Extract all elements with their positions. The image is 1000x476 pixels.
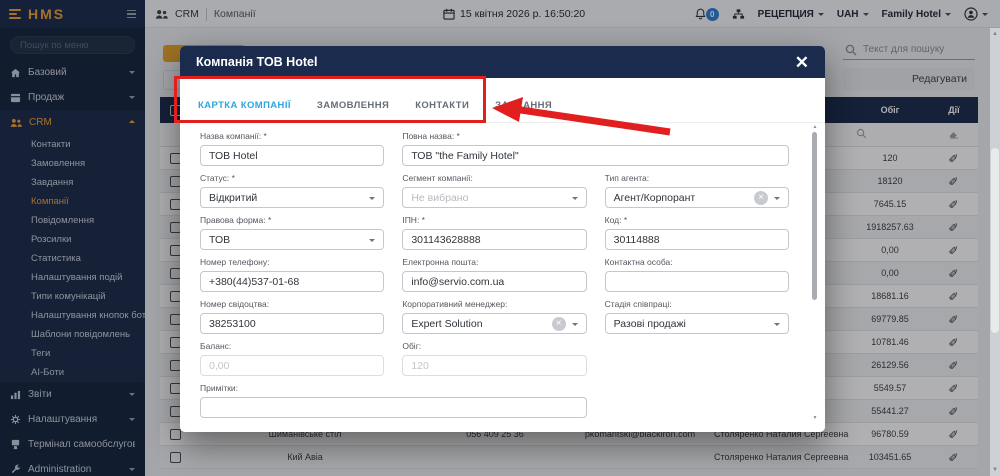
field-label: Сегмент компанії:	[402, 173, 473, 183]
chevron-down-icon	[369, 238, 376, 245]
field-label: ІПН: *	[402, 215, 425, 225]
input-field[interactable]: 0,00	[200, 355, 385, 376]
input-field[interactable]: 38253100	[200, 313, 385, 334]
field-value: 38253100	[209, 317, 256, 330]
input-field[interactable]: 301143628888	[402, 229, 587, 250]
field-label: Статус: *	[200, 173, 235, 183]
field-label: Обіг:	[402, 341, 422, 351]
field-value: Expert Solution	[411, 317, 483, 330]
page-scrollbar[interactable]: ▲ ▼	[990, 28, 1000, 476]
field-label: Контактна особа:	[604, 257, 673, 267]
input-field[interactable]	[200, 397, 587, 418]
modal-header: Компанія ТОВ Hotel ✕	[180, 46, 825, 78]
company-form: Назва компанії: * ТОВ Hotel Повна назва: *…	[180, 123, 825, 418]
field-label: Тип агента:	[604, 173, 650, 183]
field-value: info@servio.com.ua	[411, 275, 505, 288]
field-label: Примітки:	[200, 383, 239, 393]
input-field[interactable]: ТОВ "the Family Hotel"	[402, 145, 789, 166]
field-label: Правова форма: *	[200, 215, 272, 225]
select-field[interactable]: ТОВ	[200, 229, 385, 250]
field-value: +380(44)537-01-68	[209, 275, 300, 288]
chevron-down-icon	[369, 196, 376, 203]
annotation-rectangle	[174, 76, 486, 123]
input-field[interactable]: ТОВ Hotel	[200, 145, 385, 166]
input-field[interactable]: +380(44)537-01-68	[200, 271, 385, 292]
field-value: ТОВ "the Family Hotel"	[411, 149, 519, 162]
field-label: Баланс:	[200, 341, 232, 351]
scrollbar-thumb[interactable]	[812, 132, 817, 300]
chevron-down-icon	[773, 196, 780, 203]
close-icon[interactable]: ✕	[795, 54, 809, 71]
scroll-down-icon[interactable]: ▼	[811, 415, 819, 421]
field-value: 120	[411, 359, 429, 372]
field-value: 0,00	[209, 359, 230, 372]
field-value: Не вибрано	[411, 191, 469, 204]
select-field[interactable]: Агент/Корпорант ×	[604, 187, 789, 208]
field-value: ТОВ Hotel	[209, 149, 258, 162]
chevron-down-icon	[571, 196, 578, 203]
input-field[interactable]: 30114888	[604, 229, 789, 250]
select-field[interactable]: Не вибрано	[402, 187, 587, 208]
field-value: 30114888	[613, 233, 660, 246]
app-window: HMS CRM Компанії 15 квітня 2026 р. 16:50…	[0, 0, 1000, 476]
select-field[interactable]: Expert Solution ×	[402, 313, 587, 334]
modal-title: Компанія ТОВ Hotel	[196, 55, 318, 69]
field-value: Разові продажі	[613, 317, 686, 330]
field-label: Назва компанії: *	[200, 131, 267, 141]
chevron-down-icon	[773, 322, 780, 329]
field-label: Код: *	[604, 215, 628, 225]
field-value: Відкритий	[209, 191, 258, 204]
clear-icon[interactable]: ×	[551, 316, 566, 331]
field-value: ТОВ	[209, 233, 231, 246]
scroll-down-icon[interactable]: ▼	[990, 465, 1000, 475]
modal-scrollbar[interactable]: ▲ ▼	[812, 124, 818, 421]
input-field[interactable]: 120	[402, 355, 587, 376]
chevron-down-icon	[571, 322, 578, 329]
input-field[interactable]: info@servio.com.ua	[402, 271, 587, 292]
field-label: Номер свідоцтва:	[200, 299, 270, 309]
select-field[interactable]: Разові продажі	[604, 313, 789, 334]
field-label: Номер телефону:	[200, 257, 270, 267]
field-value: 301143628888	[411, 233, 481, 246]
scroll-up-icon[interactable]: ▲	[811, 124, 819, 130]
annotation-arrow	[492, 97, 671, 136]
field-label: Електронна пошта:	[402, 257, 479, 267]
scrollbar-thumb[interactable]	[991, 148, 999, 333]
field-label: Стадія співпраці:	[604, 299, 672, 309]
field-value: Агент/Корпорант	[613, 191, 696, 204]
scroll-up-icon[interactable]: ▲	[990, 29, 1000, 39]
clear-icon[interactable]: ×	[753, 190, 768, 205]
input-field[interactable]	[604, 271, 789, 292]
field-label: Корпоративний менеджер:	[402, 299, 508, 309]
select-field[interactable]: Відкритий	[200, 187, 385, 208]
